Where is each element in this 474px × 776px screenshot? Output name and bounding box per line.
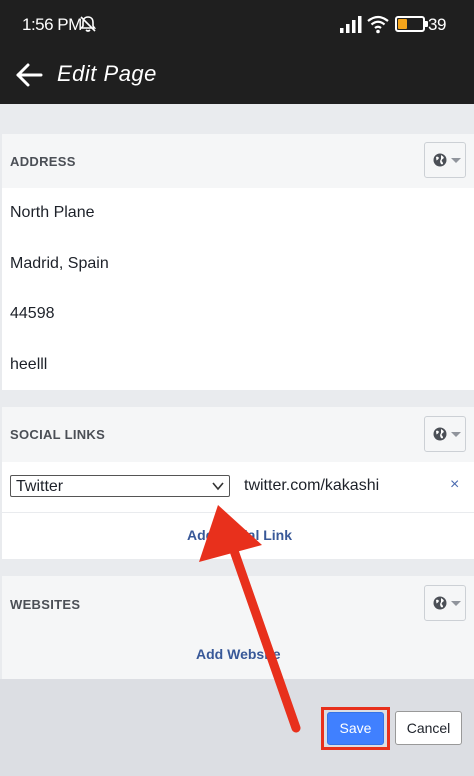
add-website-button[interactable]: Add Website	[196, 646, 281, 662]
remove-social-link-button[interactable]: ×	[450, 476, 459, 494]
websites-section-header: WEBSITES	[2, 576, 474, 631]
globe-icon	[433, 427, 447, 441]
cancel-button[interactable]: Cancel	[395, 711, 462, 745]
websites-privacy-button[interactable]	[424, 585, 466, 621]
signal-bars-icon	[340, 16, 362, 33]
chevron-down-icon	[451, 601, 461, 606]
social-links-section-header: SOCIAL LINKS	[2, 407, 474, 462]
address-label: ADDRESS	[10, 154, 76, 169]
social-links-label: SOCIAL LINKS	[10, 427, 106, 442]
social-network-select[interactable]: Twitter	[10, 475, 230, 497]
add-social-link-row: Add Social Link	[2, 513, 474, 559]
websites-label: WEBSITES	[10, 597, 81, 612]
address-extra[interactable]: heelll	[10, 356, 47, 374]
status-time: 1:56 PM	[22, 15, 82, 34]
arrow-left-icon[interactable]	[14, 60, 44, 90]
save-button[interactable]: Save	[327, 712, 384, 745]
battery-level	[398, 19, 407, 29]
battery-icon	[395, 16, 428, 32]
address-fields: North Plane Madrid, Spain 44598 heelll	[2, 188, 474, 390]
add-website-row: Add Website	[2, 631, 474, 679]
page-title: Edit Page	[57, 61, 157, 86]
address-city[interactable]: Madrid, Spain	[10, 255, 109, 273]
chevron-down-icon	[212, 482, 224, 491]
address-street[interactable]: North Plane	[10, 204, 95, 222]
globe-icon	[433, 596, 447, 610]
address-privacy-button[interactable]	[424, 142, 466, 178]
bell-off-icon	[79, 16, 97, 32]
app-bar: Edit Page	[0, 48, 474, 104]
social-network-value: Twitter	[16, 478, 64, 495]
social-links-privacy-button[interactable]	[424, 416, 466, 452]
globe-icon	[433, 153, 447, 167]
social-link-url[interactable]: twitter.com/kakashi	[244, 477, 379, 495]
wifi-icon	[367, 15, 389, 34]
address-zip[interactable]: 44598	[10, 305, 55, 323]
add-social-link-button[interactable]: Add Social Link	[187, 527, 292, 543]
address-section-header: ADDRESS	[2, 134, 474, 188]
battery-percent: 39	[428, 15, 446, 34]
status-bar: 1:56 PM 39	[0, 0, 474, 48]
chevron-down-icon	[451, 158, 461, 163]
chevron-down-icon	[451, 432, 461, 437]
